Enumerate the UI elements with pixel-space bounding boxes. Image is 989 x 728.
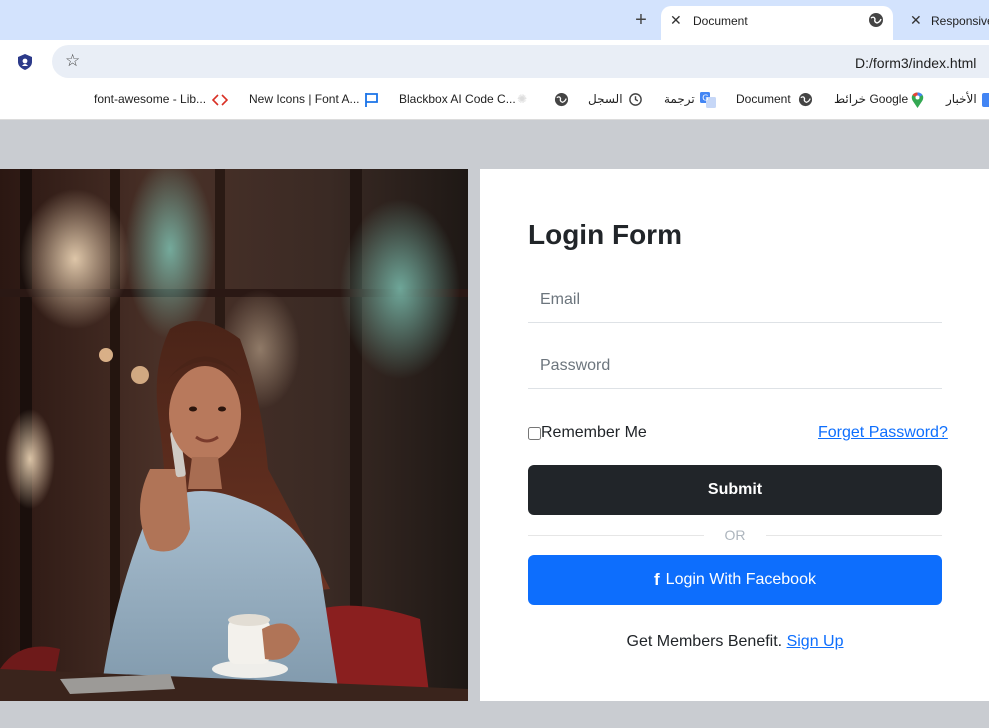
members-benefit: Get Members Benefit. Sign Up [528,633,942,651]
code-icon [212,94,228,106]
globe-icon [798,92,813,107]
globe-icon [869,13,883,27]
tab-document[interactable]: ✕ Document [661,6,893,40]
tab-responsive[interactable]: ✕ Responsive [901,6,989,40]
bookmark-star-icon[interactable]: ☆ [65,52,80,69]
new-tab-button[interactable]: + [630,10,652,32]
history-icon [629,93,642,106]
submit-button[interactable]: Submit [528,465,942,515]
woman-on-phone-photo [0,169,468,701]
facebook-login-button[interactable]: f Login With Facebook [528,555,942,605]
password-field[interactable] [528,343,942,389]
flag-icon [365,93,378,107]
login-form-title: Login Form [528,219,682,250]
address-bar: ☆ D:/form3/index.html [0,40,989,82]
divider-line [766,535,942,536]
omnibox[interactable] [52,45,989,78]
remember-me-label: Remember Me [541,424,647,441]
bookmark-new-icons[interactable]: New Icons | Font A... [249,92,360,106]
bookmark-translate[interactable]: ترجمة [664,92,695,106]
facebook-login-label: Login With Facebook [665,571,816,588]
bookmark-google-maps[interactable]: خرائط Google [834,92,908,106]
login-form-panel: Login Form Remember Me Forget Password? … [480,169,989,701]
news-icon [982,93,989,107]
translate-icon: G [700,92,716,108]
url-text[interactable]: D:/form3/index.html [855,55,976,71]
email-field[interactable] [528,277,942,323]
shield-icon[interactable] [16,53,34,71]
bookmark-history[interactable]: السجل [588,92,623,106]
maps-pin-icon [911,92,924,108]
bookmark-news[interactable]: الأخبار [946,92,977,106]
page-body: Login Form Remember Me Forget Password? … [0,121,989,728]
svg-text:G: G [702,94,708,103]
bookmark-document[interactable]: Document [736,92,791,106]
globe-icon[interactable] [554,92,569,107]
facebook-icon: f [654,570,660,589]
members-benefit-text: Get Members Benefit. [626,633,783,650]
tab-title: Responsive [931,14,989,28]
tab-strip: + ✕ Document ✕ Responsive [0,0,989,40]
tab-title: Document [693,14,748,28]
tab-close-icon[interactable]: ✕ [670,12,682,29]
sparkle-icon: ✺ [517,92,528,106]
remember-me[interactable]: Remember Me [528,424,647,442]
forgot-password-link[interactable]: Forget Password? [818,424,948,442]
tab-close-icon[interactable]: ✕ [910,12,922,29]
bookmark-font-awesome[interactable]: font-awesome - Lib... [94,92,206,106]
remember-me-checkbox[interactable] [528,426,541,440]
sign-up-link[interactable]: Sign Up [787,633,844,650]
bookmarks-bar: font-awesome - Lib... New Icons | Font A… [0,82,989,120]
bookmark-blackbox[interactable]: Blackbox AI Code C... [399,92,516,106]
or-divider: OR [528,527,942,545]
